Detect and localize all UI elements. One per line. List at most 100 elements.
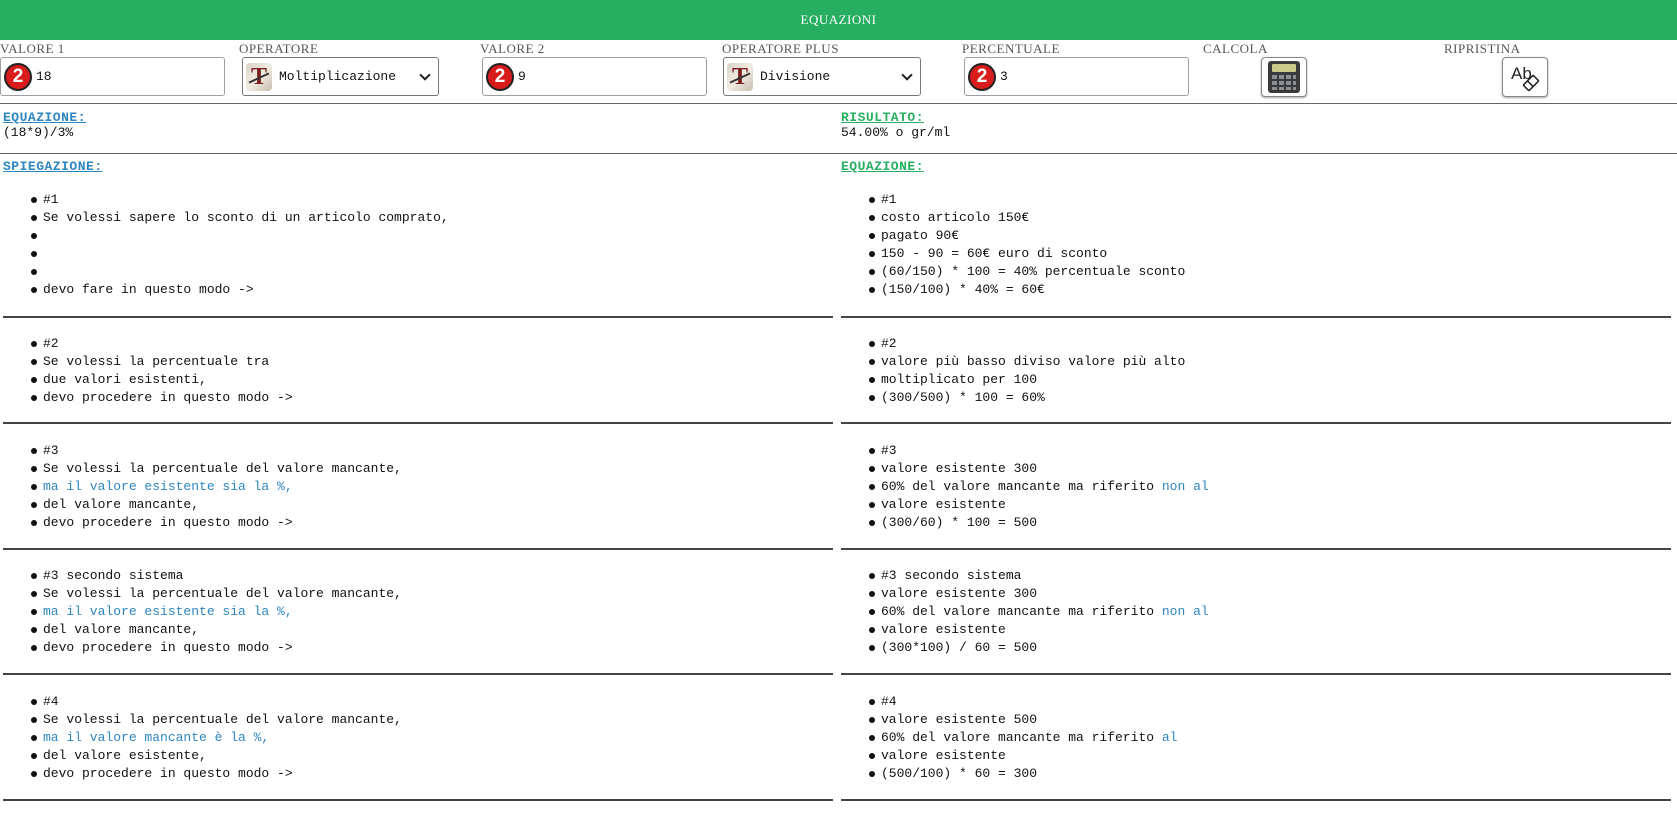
percentuale-input[interactable]: 2 3: [964, 57, 1189, 96]
equation-value: (18*9)/3%: [3, 125, 74, 140]
divider: [841, 673, 1671, 675]
divider: [0, 103, 1677, 104]
valore2-value: 9: [518, 69, 526, 84]
list-item: devo procedere in questo modo ->: [28, 389, 293, 407]
chevron-down-icon: [901, 68, 913, 81]
divider: [3, 316, 833, 318]
valore2-label: VALORE 2: [480, 41, 545, 56]
list-item: #1: [866, 191, 1185, 209]
list-item-text: 60% del valore mancante ma riferito: [881, 604, 1162, 619]
divider: [841, 548, 1671, 550]
operatore-select[interactable]: Moltiplicazione: [242, 57, 439, 96]
equation-label: EQUAZIONE:: [3, 110, 87, 125]
list-item: (300/60) * 100 = 500: [866, 514, 1209, 532]
chevron-down-icon: [419, 68, 431, 81]
divider: [3, 548, 833, 550]
operatore-selected: Moltiplicazione: [279, 69, 397, 84]
list-item: #1: [28, 191, 449, 209]
list-item: Se volessi la percentuale tra: [28, 353, 293, 371]
list-item: 150 - 90 = 60€ euro di sconto: [866, 245, 1185, 263]
result-label: RISULTATO:: [841, 110, 925, 125]
list-item: 60% del valore mancante ma riferito al: [866, 729, 1177, 747]
list-item: #3: [866, 442, 1209, 460]
percentuale-value: 3: [1000, 69, 1008, 84]
valore2-badge-icon: 2: [486, 62, 514, 91]
list-item: [28, 263, 449, 281]
list-item: #3: [28, 442, 402, 460]
list-item: 60% del valore mancante ma riferito non …: [866, 478, 1209, 496]
list-item-highlight: non al: [1161, 604, 1209, 619]
explanation-list: #1 Se volessi sapere lo sconto di un art…: [28, 191, 449, 299]
equation-list: #3 valore esistente 300 60% del valore m…: [866, 442, 1209, 532]
ripristina-label: RIPRISTINA: [1444, 41, 1521, 56]
calcola-button[interactable]: [1261, 57, 1307, 97]
list-item: pagato 90€: [866, 227, 1185, 245]
operatore-label: OPERATORE: [239, 41, 319, 56]
page-title: EQUAZIONI: [800, 12, 877, 27]
explanation-list: #3 secondo sistema Se volessi la percent…: [28, 567, 402, 657]
divider: [841, 422, 1671, 424]
operator-logo-icon: [727, 62, 753, 91]
list-item-highlight: ma il valore esistente sia la %,: [28, 603, 402, 621]
divider: [3, 799, 833, 801]
list-item: [28, 245, 449, 263]
valore1-value: 18: [36, 69, 52, 84]
explanation-list: #4 Se volessi la percentuale del valore …: [28, 693, 402, 783]
divider: [0, 153, 1677, 154]
list-item: (150/100) * 40% = 60€: [866, 281, 1185, 299]
equation-list: #1 costo articolo 150€ pagato 90€ 150 - …: [866, 191, 1185, 299]
list-item: Se volessi la percentuale del valore man…: [28, 711, 402, 729]
list-item: Se volessi la percentuale del valore man…: [28, 460, 402, 478]
list-item: valore esistente: [866, 621, 1209, 639]
app-title-bar: EQUAZIONI: [0, 0, 1677, 40]
list-item: valore esistente 300: [866, 585, 1209, 603]
valore2-input[interactable]: 2 9: [482, 57, 707, 96]
list-item-highlight: ma il valore mancante è la %,: [28, 729, 402, 747]
list-item: due valori esistenti,: [28, 371, 293, 389]
list-item: (300*100) / 60 = 500: [866, 639, 1209, 657]
equazione-examples-label: EQUAZIONE:: [841, 159, 925, 174]
ripristina-button[interactable]: Ab: [1502, 57, 1548, 97]
list-item-text: 60% del valore mancante ma riferito: [881, 479, 1162, 494]
spiegazione-label: SPIEGAZIONE:: [3, 159, 103, 174]
valore1-input[interactable]: 2 18: [0, 57, 225, 96]
list-item: devo fare in questo modo ->: [28, 281, 449, 299]
list-item: valore esistente 300: [866, 460, 1209, 478]
list-item: del valore mancante,: [28, 496, 402, 514]
list-item: valore più basso diviso valore più alto: [866, 353, 1185, 371]
equation-list: #4 valore esistente 500 60% del valore m…: [866, 693, 1177, 783]
list-item: valore esistente: [866, 747, 1177, 765]
divider: [841, 316, 1671, 318]
list-item: devo procedere in questo modo ->: [28, 514, 402, 532]
divider: [3, 422, 833, 424]
list-item: #2: [28, 335, 293, 353]
list-item: (500/100) * 60 = 300: [866, 765, 1177, 783]
list-item: devo procedere in questo modo ->: [28, 639, 402, 657]
list-item: costo articolo 150€: [866, 209, 1185, 227]
list-item: del valore mancante,: [28, 621, 402, 639]
list-item-highlight: ma il valore esistente sia la %,: [28, 478, 402, 496]
list-item: [28, 227, 449, 245]
equation-list: #3 secondo sistema valore esistente 300 …: [866, 567, 1209, 657]
list-item: 60% del valore mancante ma riferito non …: [866, 603, 1209, 621]
list-item: Se volessi sapere lo sconto di un artico…: [28, 209, 449, 227]
percentuale-label: PERCENTUALE: [962, 41, 1060, 56]
result-value: 54.00% o gr/ml: [841, 125, 951, 140]
list-item-text: 60% del valore mancante ma riferito: [881, 730, 1162, 745]
clear-text-icon: Ab: [1511, 64, 1540, 92]
valore1-label: VALORE 1: [0, 41, 65, 56]
list-item: #3 secondo sistema: [866, 567, 1209, 585]
operatore-plus-select[interactable]: Divisione: [723, 57, 921, 96]
list-item: del valore esistente,: [28, 747, 402, 765]
list-item: Se volessi la percentuale del valore man…: [28, 585, 402, 603]
equation-list: #2 valore più basso diviso valore più al…: [866, 335, 1185, 407]
divider: [3, 673, 833, 675]
list-item: (60/150) * 100 = 40% percentuale sconto: [866, 263, 1185, 281]
percentuale-badge-icon: 2: [968, 62, 996, 91]
list-item: devo procedere in questo modo ->: [28, 765, 402, 783]
operator-logo-icon: [246, 62, 272, 91]
list-item: #3 secondo sistema: [28, 567, 402, 585]
divider: [841, 799, 1671, 801]
list-item-highlight: al: [1161, 730, 1178, 745]
list-item: #4: [28, 693, 402, 711]
